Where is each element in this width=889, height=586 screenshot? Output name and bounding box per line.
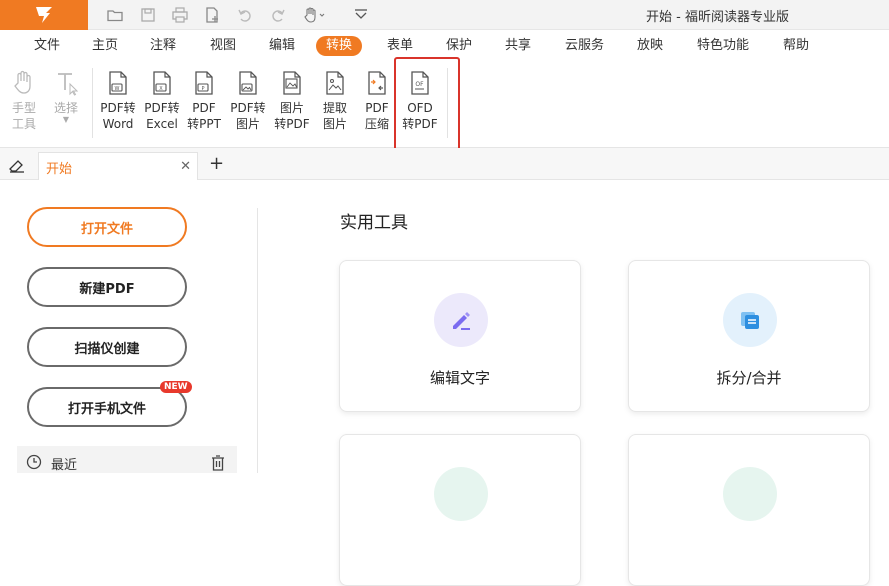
customize-dropdown-icon[interactable] [348, 4, 374, 26]
pdf-to-ppt-button[interactable]: P PDF 转PPT [181, 70, 227, 132]
split-merge-label: 拆分/合并 [716, 369, 782, 387]
menu-features[interactable]: 特色功能 [697, 36, 749, 56]
hand-tool-label: 手型 工具 [11, 101, 36, 131]
app-logo[interactable] [0, 0, 88, 30]
pdf-to-word-button[interactable]: W PDF转 Word [95, 70, 141, 132]
tool-card[interactable] [339, 434, 581, 586]
title-bar: 开始 - 福昕阅读器专业版 [0, 0, 889, 30]
add-tab-button[interactable]: + [209, 153, 224, 174]
select-dropdown-icon[interactable]: ▼ [63, 116, 69, 124]
scan-create-button[interactable]: 扫描仪创建 [27, 327, 187, 367]
split-merge-card[interactable]: 拆分/合并 [628, 260, 870, 412]
image-to-pdf-label: 图片 转PDF [274, 101, 310, 131]
clock-icon [26, 454, 42, 470]
svg-text:P: P [201, 86, 204, 92]
pdf-to-word-icon: W [109, 71, 127, 95]
new-pdf-button[interactable]: 新建PDF [27, 267, 187, 307]
eraser-icon[interactable] [8, 156, 26, 174]
pdf-to-ppt-icon: P [195, 71, 213, 95]
tab-start[interactable]: 开始 ✕ [38, 152, 198, 180]
image-to-pdf-icon [283, 71, 301, 95]
menu-bar: 文件 主页 注释 视图 编辑 转换 表单 保护 共享 云服务 放映 特色功能 帮… [0, 30, 889, 60]
select-button[interactable]: 选择 ▼ [43, 70, 89, 124]
svg-text:W: W [115, 86, 120, 92]
image-to-pdf-button[interactable]: 图片 转PDF [269, 70, 315, 132]
menu-file[interactable]: 文件 [34, 36, 60, 56]
menu-convert[interactable]: 转换 [316, 36, 363, 56]
pdf-compress-label: PDF 压缩 [364, 101, 389, 131]
menu-view[interactable]: 视图 [210, 36, 236, 56]
pdf-to-excel-label: PDF转 Excel [144, 101, 180, 131]
panel-divider [257, 208, 258, 473]
menu-edit[interactable]: 编辑 [269, 36, 295, 56]
foxit-logo-icon [36, 7, 52, 23]
svg-text:X: X [159, 86, 163, 92]
menu-help[interactable]: 帮助 [783, 36, 809, 56]
select-text-icon [58, 73, 78, 96]
hand-tool-button[interactable]: 手型 工具 [1, 70, 47, 132]
pdf-to-image-button[interactable]: PDF转 图片 [225, 70, 271, 132]
recent-label: 最近 [51, 458, 78, 473]
extract-image-label: 提取 图片 [322, 101, 347, 131]
tool-card-icon [434, 467, 488, 521]
pdf-compress-icon [368, 71, 386, 95]
open-file-button[interactable]: 打开文件 [27, 207, 187, 247]
trash-icon[interactable] [209, 454, 227, 472]
tool-card-icon [723, 467, 777, 521]
tool-card[interactable] [628, 434, 870, 586]
pdf-to-image-icon [239, 71, 257, 95]
extract-image-button[interactable]: 提取 图片 [312, 70, 358, 132]
split-merge-icon [723, 293, 777, 347]
open-phone-file-button[interactable]: 打开手机文件 [27, 387, 187, 427]
new-document-icon[interactable] [199, 4, 225, 26]
pdf-to-image-label: PDF转 图片 [230, 101, 266, 131]
redo-icon[interactable] [265, 4, 291, 26]
new-badge: NEW [160, 381, 192, 393]
menu-comment[interactable]: 注释 [150, 36, 176, 56]
edit-text-icon [434, 293, 488, 347]
hand-icon[interactable] [298, 4, 330, 26]
hand-tool-icon [14, 70, 31, 94]
undo-icon[interactable] [232, 4, 258, 26]
menu-slideshow[interactable]: 放映 [637, 36, 663, 56]
pdf-to-excel-button[interactable]: X PDF转 Excel [139, 70, 185, 132]
section-title: 实用工具 [340, 213, 408, 233]
save-icon[interactable] [135, 4, 161, 26]
ribbon-separator [92, 68, 93, 138]
menu-protect[interactable]: 保护 [446, 36, 472, 56]
print-icon[interactable] [167, 4, 193, 26]
menu-share[interactable]: 共享 [505, 36, 531, 56]
edit-text-label: 编辑文字 [429, 369, 490, 387]
recent-header[interactable]: 最近 [17, 446, 237, 473]
pdf-to-excel-icon: X [153, 71, 171, 95]
window-title: 开始 - 福昕阅读器专业版 [646, 10, 789, 25]
tab-start-label: 开始 [46, 162, 73, 177]
menu-form[interactable]: 表单 [387, 36, 413, 56]
pdf-to-word-label: PDF转 Word [100, 101, 136, 131]
select-label: 选择 [53, 101, 78, 115]
folder-open-icon[interactable] [102, 4, 128, 26]
document-tab-strip: 开始 ✕ + [0, 148, 889, 180]
menu-home[interactable]: 主页 [92, 36, 118, 56]
close-icon[interactable]: ✕ [180, 159, 191, 174]
menu-cloud[interactable]: 云服务 [565, 36, 604, 56]
extract-image-icon [326, 71, 344, 95]
edit-text-card[interactable]: 编辑文字 [339, 260, 581, 412]
pdf-to-ppt-label: PDF 转PPT [187, 101, 221, 131]
